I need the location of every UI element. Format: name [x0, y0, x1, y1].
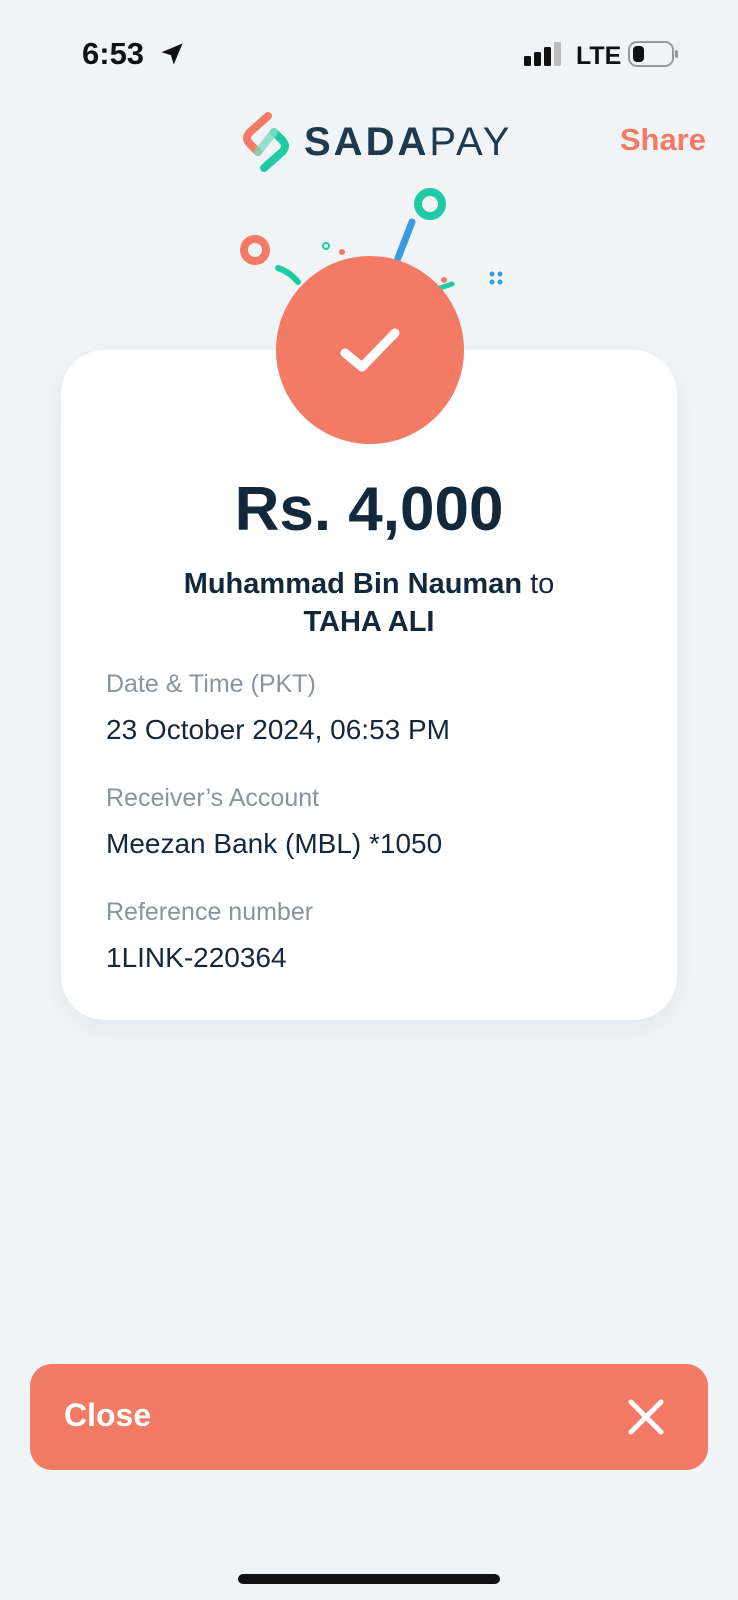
amount: Rs. 4,000	[234, 475, 504, 544]
sender-name: Muhammad Bin Nauman	[183, 568, 523, 600]
network-label: LTE	[576, 42, 622, 70]
close-button[interactable]: Close	[30, 1364, 708, 1470]
status-time: 6:53	[82, 36, 145, 71]
share-button[interactable]: Share	[620, 122, 706, 158]
location-arrow-icon	[161, 43, 183, 65]
success-badge	[276, 256, 464, 444]
close-label: Close	[64, 1397, 152, 1433]
receiver-account-value: Meezan Bank (MBL) *1050	[106, 828, 443, 859]
reference-number-label: Reference number	[106, 898, 314, 926]
sadapay-logo-mark-icon	[243, 112, 289, 172]
date-time-value: 23 October 2024, 06:53 PM	[106, 714, 450, 745]
logo-text-bold: SADA	[304, 119, 430, 164]
sadapay-logo: SADAPAY	[238, 110, 512, 174]
checkmark-icon	[340, 328, 400, 372]
receiver-account-label: Receiver’s Account	[106, 784, 320, 812]
close-icon	[628, 1399, 664, 1435]
logo-text-light: PAY	[429, 119, 513, 164]
payment-receipt-screen: 6:53 LTE SADAPAY Share Rs. 4,000 Muhamma…	[0, 0, 738, 1600]
connector-text: to	[530, 568, 555, 600]
transfer-parties: Muhammad Bin Nauman to TAHA ALI	[61, 565, 677, 641]
home-indicator[interactable]	[238, 1574, 500, 1584]
status-bar: 6:53 LTE	[0, 0, 738, 110]
receiver-name: TAHA ALI	[303, 606, 435, 638]
date-time-label: Date & Time (PKT)	[106, 670, 316, 698]
signal-icon	[524, 42, 561, 66]
reference-number-value: 1LINK-220364	[106, 942, 287, 973]
logo-text: SADAPAY	[304, 120, 512, 165]
battery-icon	[628, 41, 678, 67]
